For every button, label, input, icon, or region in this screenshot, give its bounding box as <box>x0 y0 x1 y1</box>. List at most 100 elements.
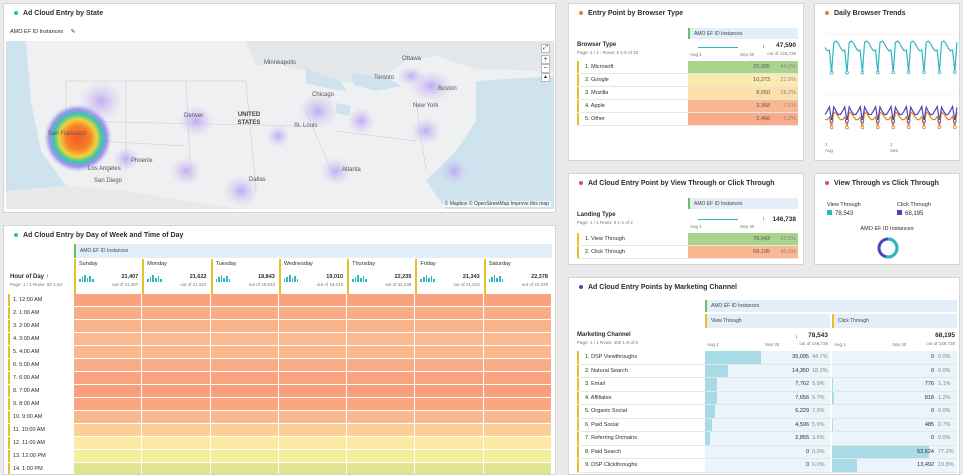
row-percent: 9.9% <box>812 381 825 387</box>
table-row[interactable]: 8. 7:00 AM <box>6 385 552 398</box>
metric-header[interactable]: AMO EF ID Instances <box>688 28 798 39</box>
paging[interactable]: Page: 1 / 1 Rows: 5 1-2 of 2 <box>577 220 687 225</box>
day-column-header[interactable]: Monday 21,622 out of 21,622 <box>142 259 209 294</box>
map-canvas[interactable]: Minneapolis Ottawa Toronto Boston Chicag… <box>6 41 554 209</box>
table-row[interactable]: 4. 3:00 AM <box>6 333 552 346</box>
sort-icon[interactable]: ↓ <box>762 216 765 222</box>
map-svg <box>6 41 554 209</box>
metric-header[interactable]: AMO EF ID Instances <box>705 300 957 312</box>
heat-cell <box>142 294 210 306</box>
spark-bar <box>283 279 286 282</box>
dimension-header[interactable]: Marketing Channel Page: 1 / 1 Rows: 400 … <box>577 332 705 350</box>
value-bar <box>705 391 718 404</box>
zoom-out-button[interactable]: − <box>541 64 550 73</box>
table-row[interactable]: 1. Microsoft 20,926 44.0% <box>577 61 798 74</box>
day-column-header[interactable]: Sunday 21,407 out of 21,407 <box>74 259 141 294</box>
segment-header-view[interactable]: View Through <box>705 314 830 328</box>
paging[interactable]: Page: 1 / 1 Rows: 50 1-24 <box>10 282 74 287</box>
table-row[interactable]: 4. Apple 3,368 7.1% <box>577 100 798 113</box>
map-label: San Diego <box>94 178 123 184</box>
row-value: 2,466 <box>756 116 770 122</box>
table-row[interactable]: 5. 4:00 AM <box>6 346 552 359</box>
metric-header[interactable]: AMO EF ID Instances <box>688 198 798 209</box>
paging[interactable]: Page: 1 / 4 › Rows: 5 1-5 of 18 <box>577 50 687 55</box>
map-label: New York <box>413 103 439 109</box>
axis-end: Sep 30 <box>892 342 907 347</box>
table-row[interactable]: 8. Paid Search 0 0.0% 52,624 77.2% <box>577 445 957 459</box>
metric-header[interactable]: AMO EF ID Instances <box>74 244 552 258</box>
table-row[interactable]: 5. Other 2,466 5.2% <box>577 113 798 126</box>
map-attribution[interactable]: © Mapbox © OpenStreetMap Improve this ma… <box>442 201 551 207</box>
table-row[interactable]: 9. 8:00 AM <box>6 398 552 411</box>
dimension-header[interactable]: Landing Type Page: 1 / 1 Rows: 5 1-2 of … <box>577 212 687 232</box>
row-percent: 0.0% <box>938 408 951 414</box>
dimension-header[interactable]: Browser Type Page: 1 / 4 › Rows: 5 1-5 o… <box>577 42 687 62</box>
dimension-header[interactable]: Hour of Day ↑ Page: 1 / 1 Rows: 50 1-24 <box>10 274 74 294</box>
sort-icon[interactable]: ↓ <box>762 44 765 50</box>
fullscreen-icon[interactable]: ⤢ <box>541 44 550 53</box>
day-column-header[interactable]: Wednesday 19,010 out of 19,010 <box>278 259 346 294</box>
heat-cell <box>347 463 415 474</box>
table-row[interactable]: 2. Google 10,273 21.5% <box>577 74 798 87</box>
table-row[interactable]: 13. 12:00 PM <box>6 450 552 463</box>
spark-bar <box>152 275 155 282</box>
day-column-header[interactable]: Thursday 22,235 out of 22,235 <box>347 259 414 294</box>
heat-cell <box>210 450 278 462</box>
table-row[interactable]: 1. View Through 78,543 53.5% <box>577 233 798 246</box>
table-row[interactable]: 7. 6:00 AM <box>6 372 552 385</box>
table-row[interactable]: 5. Organic Social 6,229 7.9% 0 0.0% <box>577 405 957 419</box>
series-point <box>891 125 895 130</box>
table-row[interactable]: 11. 10:00 AM <box>6 424 552 437</box>
table-row[interactable]: 7. Referring Domains 2,855 3.6% 0 0.0% <box>577 432 957 446</box>
day-total: 21,622 <box>189 274 207 280</box>
table-row[interactable]: 2. Natural Search 14,350 18.3% 0 0.0% <box>577 364 957 378</box>
metric-chip[interactable]: AMO EF ID Instances ✎ <box>10 29 75 35</box>
table-row[interactable]: 10. 9:00 AM <box>6 411 552 424</box>
spark-bar <box>286 277 289 282</box>
row-marker <box>577 100 579 112</box>
series-point <box>875 125 880 130</box>
series-point <box>906 119 911 123</box>
table-row[interactable]: 4. Affiliates 7,656 9.7% 818 1.2% <box>577 391 957 405</box>
donut-chart[interactable] <box>876 236 900 260</box>
table-row[interactable]: 1. DSP Viewthroughs 35,095 44.7% 0 0.0% <box>577 351 957 365</box>
table-row[interactable]: 2. Click Through 68,195 46.5% <box>577 246 798 259</box>
trends-chart[interactable] <box>819 24 959 144</box>
day-column-header[interactable]: Saturday 22,378 out of 22,378 <box>483 259 550 294</box>
table-row[interactable]: 3. 2:00 AM <box>6 320 552 333</box>
day-column-header[interactable]: Tuesday 18,843 out of 18,843 <box>210 259 277 294</box>
table-row[interactable]: 3. Mozilla 8,650 18.2% <box>577 87 798 100</box>
spark-bar <box>433 279 435 282</box>
table-row[interactable]: 14. 1:00 PM <box>6 463 552 474</box>
row-percent: 18.3% <box>812 367 828 374</box>
row-percent: 18.2% <box>780 90 796 96</box>
row-value: 4,596 <box>795 421 809 428</box>
sort-icon[interactable]: ↓ <box>795 334 798 340</box>
zoom-in-button[interactable]: + <box>541 55 550 64</box>
sort-icon[interactable]: ↑ <box>46 274 49 280</box>
table-row[interactable]: 1. 12:00 AM <box>6 294 552 307</box>
row-marker <box>8 346 10 358</box>
value-bar <box>705 378 718 391</box>
table-row[interactable]: 12. 11:00 AM <box>6 437 552 450</box>
table-row[interactable]: 6. Paid Social 4,596 5.9% 485 0.7% <box>577 418 957 432</box>
heat-cell <box>278 385 347 397</box>
spark-bar <box>499 276 501 282</box>
heat-cell <box>415 424 483 436</box>
heat-cell <box>347 437 415 449</box>
day-total: 22,235 <box>394 274 412 280</box>
segment-header-click[interactable]: Click Through <box>832 314 957 328</box>
day-column-header[interactable]: Friday 21,343 out of 21,343 <box>415 259 482 294</box>
table-row[interactable]: 3. Email 7,762 9.9% 776 1.1% <box>577 378 957 392</box>
compass-icon[interactable]: ▲ <box>541 73 550 82</box>
heat-cell <box>483 437 551 449</box>
heat-cell <box>483 424 551 436</box>
heat-cell <box>210 463 278 474</box>
paging[interactable]: Page: 1 / 1 Rows: 400 1-9 of 9 <box>577 340 705 345</box>
table-row[interactable]: 2. 1:00 AM <box>6 307 552 320</box>
row-percent: 7.9% <box>812 408 825 414</box>
table-row[interactable]: 6. 5:00 AM <box>6 359 552 372</box>
edit-icon[interactable]: ✎ <box>71 29 76 35</box>
day-total-sub: out of 22,378 <box>521 282 548 287</box>
table-row[interactable]: 9. DSP Clickthroughs 0 0.0% 13,492 19.8% <box>577 459 957 473</box>
